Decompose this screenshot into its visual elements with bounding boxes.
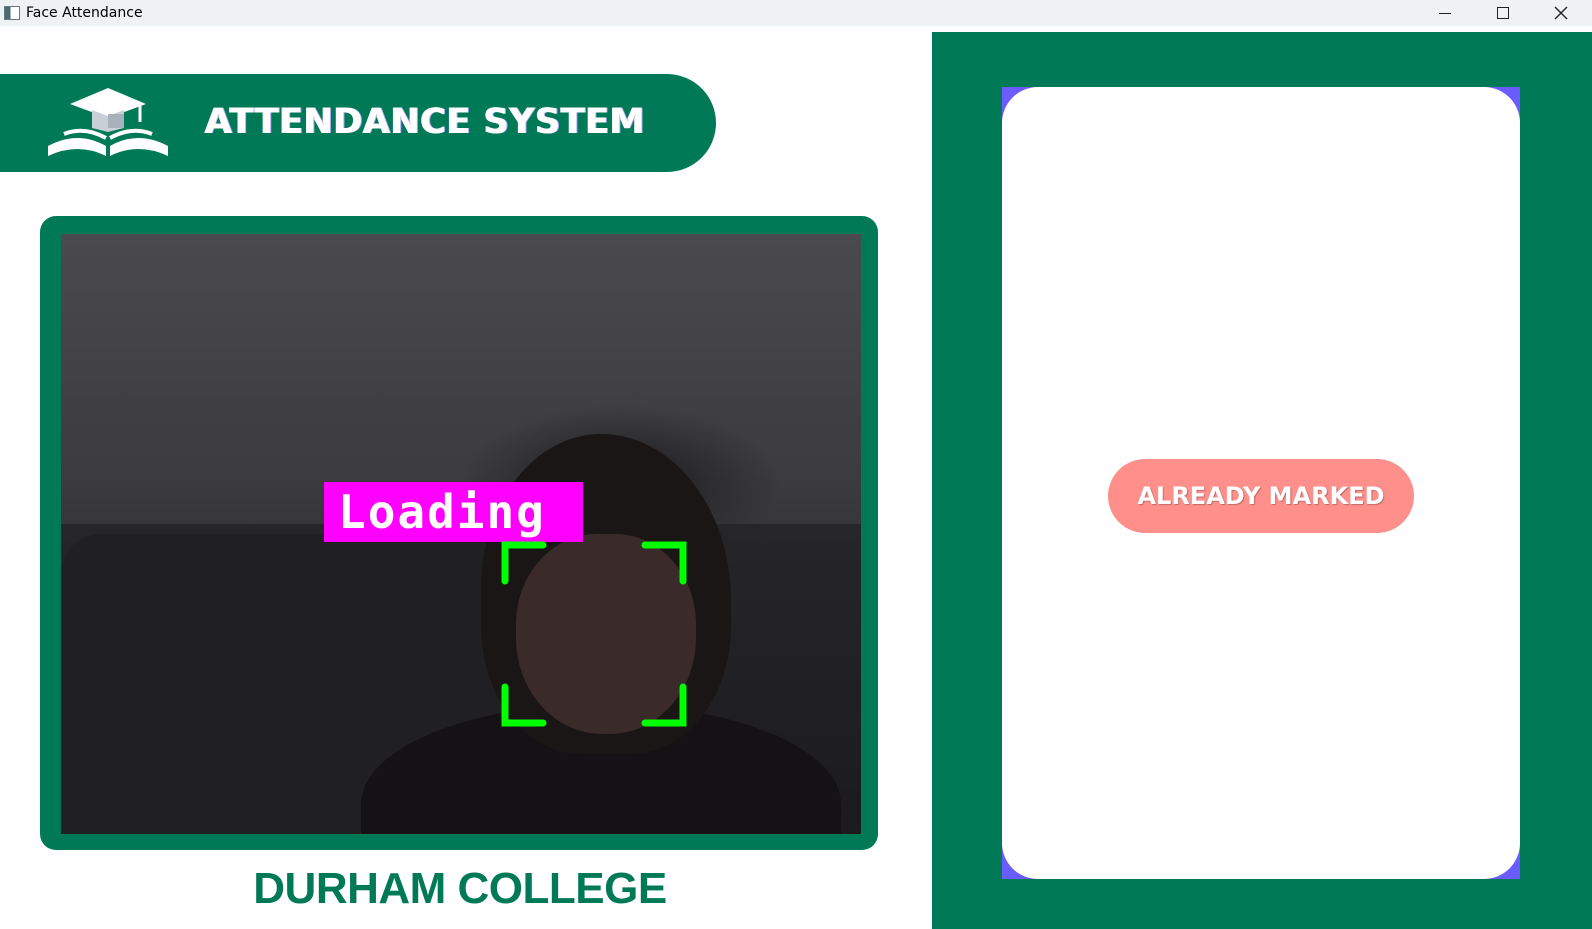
college-name: DURHAM COLLEGE bbox=[253, 864, 667, 913]
camera-frame: Loading bbox=[40, 216, 878, 850]
student-card: ALREADY MARKED bbox=[1002, 87, 1520, 879]
title-bar: Face Attendance bbox=[0, 0, 1592, 26]
close-button[interactable] bbox=[1532, 0, 1590, 26]
window-title: Face Attendance bbox=[26, 5, 143, 21]
graduation-cap-book-icon bbox=[48, 88, 168, 156]
attendance-status-badge: ALREADY MARKED bbox=[1108, 459, 1414, 533]
page-title: ATTENDANCE SYSTEM bbox=[205, 102, 646, 142]
header-banner: ATTENDANCE SYSTEM bbox=[0, 74, 716, 172]
minimize-icon bbox=[1439, 12, 1451, 14]
maximize-icon bbox=[1497, 7, 1509, 19]
info-panel: ALREADY MARKED bbox=[932, 32, 1592, 929]
camera-feed: Loading bbox=[61, 234, 861, 834]
maximize-button[interactable] bbox=[1474, 0, 1532, 26]
app-icon bbox=[4, 6, 20, 20]
close-icon bbox=[1554, 6, 1568, 20]
status-label: Loading bbox=[324, 482, 583, 542]
face-detection-box bbox=[501, 541, 687, 727]
app-window: Face Attendance ATTENDANCE SYSTEM Loadin… bbox=[0, 0, 1592, 929]
minimize-button[interactable] bbox=[1416, 0, 1474, 26]
